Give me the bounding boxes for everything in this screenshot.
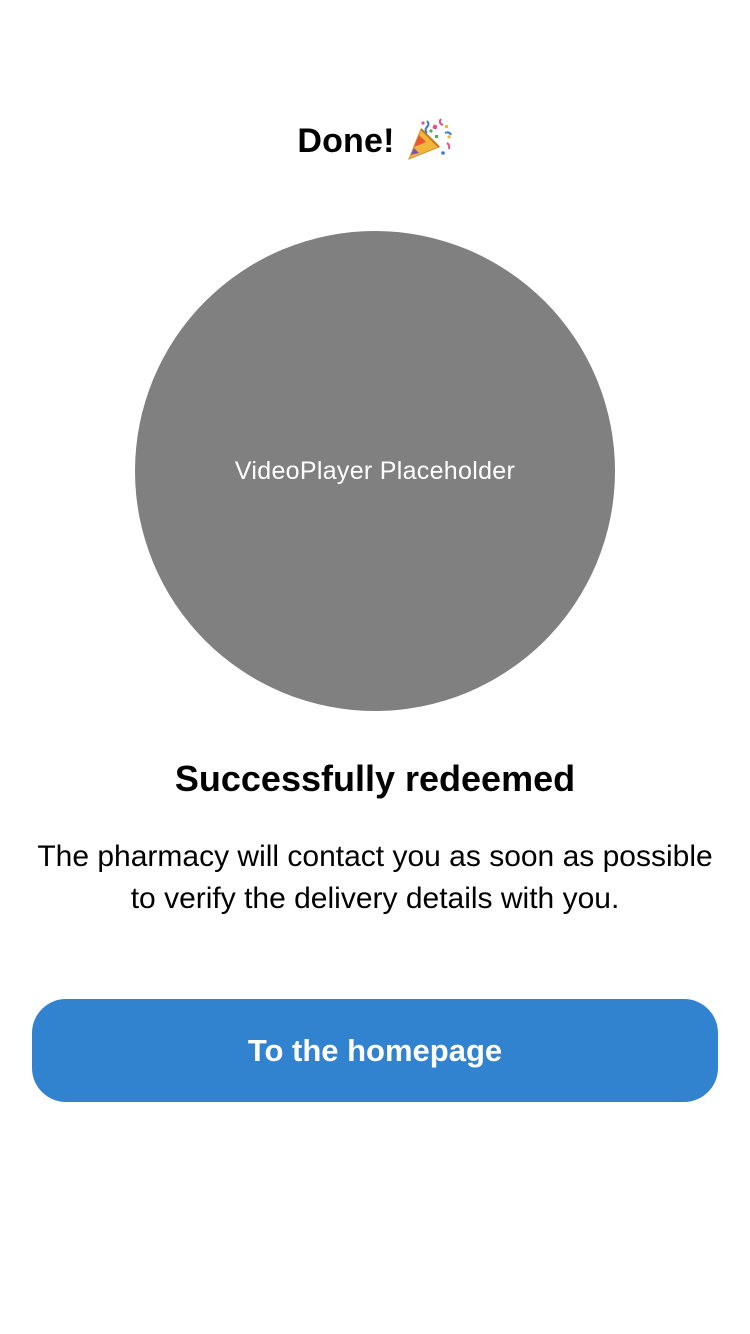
success-message: The pharmacy will contact you as soon as… [37, 840, 713, 915]
header: Done! [0, 110, 750, 172]
success-heading: Successfully redeemed [174, 758, 576, 799]
party-popper-icon [405, 115, 453, 163]
page-title: Done! [297, 121, 395, 160]
video-player-placeholder[interactable]: VideoPlayer Placeholder [135, 231, 615, 711]
to-homepage-button[interactable]: To the homepage [32, 999, 718, 1102]
video-placeholder-label: VideoPlayer Placeholder [234, 456, 516, 485]
